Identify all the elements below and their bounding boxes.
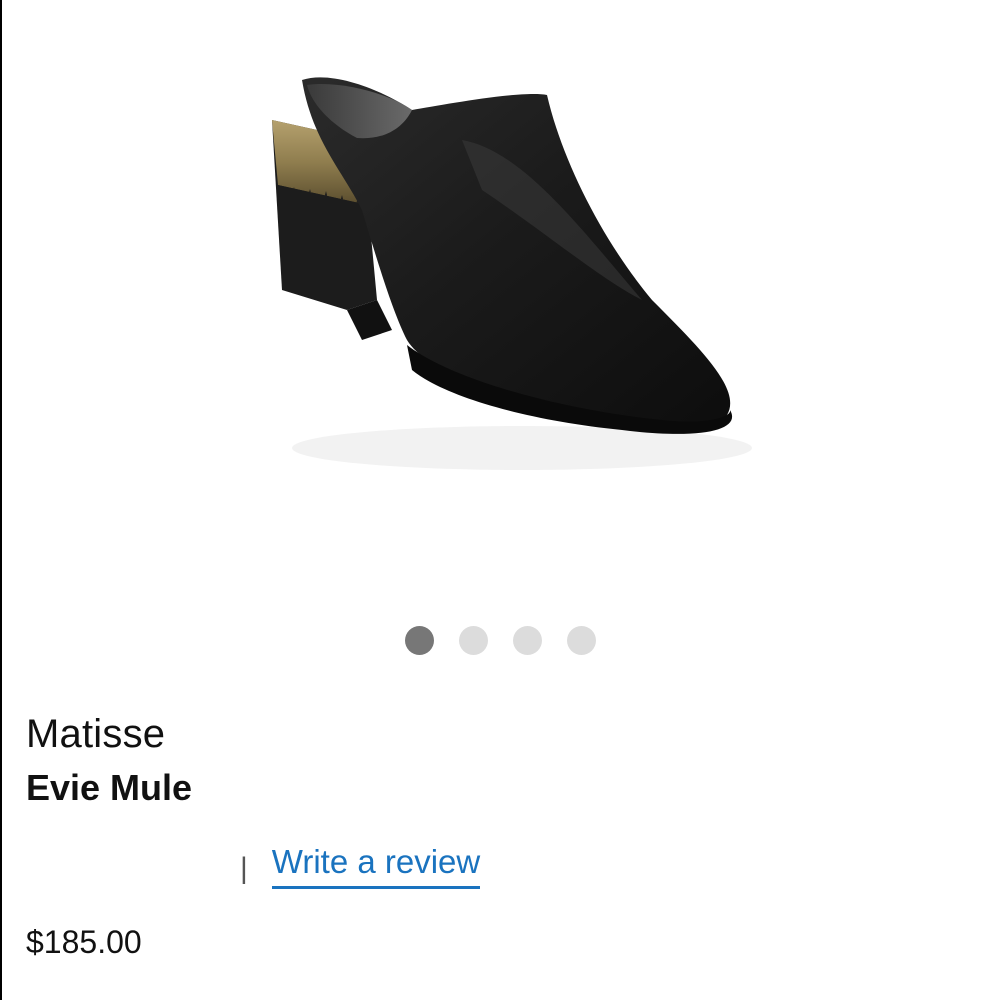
review-divider: | — [240, 852, 248, 885]
write-review-link[interactable]: Write a review — [271, 843, 481, 890]
product-image[interactable] — [2, 0, 1000, 600]
carousel-dots — [405, 624, 605, 656]
product-price: $185.00 — [26, 924, 142, 960]
product-title: Evie Mule — [26, 767, 193, 808]
carousel-dot[interactable] — [459, 625, 488, 655]
brand-name: Matisse — [26, 712, 166, 756]
shoe-illustration — [272, 77, 752, 470]
review-row: | Write a review — [240, 840, 481, 892]
carousel-dot[interactable] — [405, 625, 434, 655]
carousel-dot[interactable] — [567, 625, 596, 655]
carousel-dot[interactable] — [513, 625, 542, 655]
